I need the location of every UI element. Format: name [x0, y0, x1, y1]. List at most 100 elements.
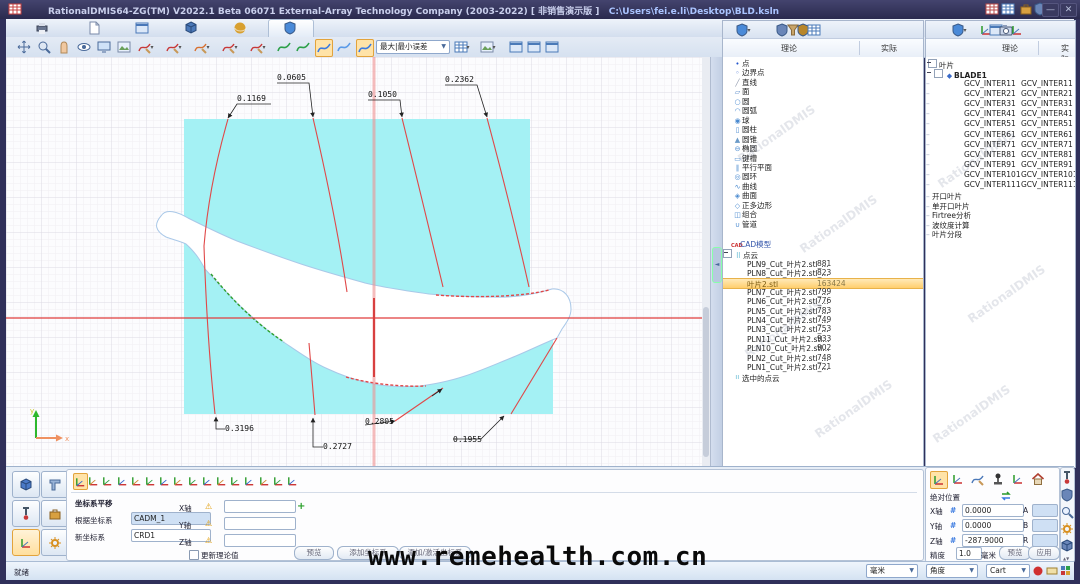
csys-rotate[interactable]	[87, 473, 100, 488]
strip-gear[interactable]	[1060, 522, 1074, 536]
export-window-3[interactable]	[544, 39, 560, 55]
blade-analysis-item[interactable]: –Firtree分析	[926, 210, 1075, 219]
tab-actual[interactable]: 实际	[881, 43, 897, 54]
point-cloud-item[interactable]: PLN2_Cut_叶片2.stl_...748	[723, 353, 923, 362]
expander-icon[interactable]	[934, 69, 943, 78]
feature-item[interactable]: ◫组合	[723, 209, 923, 218]
pos-joystick[interactable]	[990, 471, 1006, 487]
z-offset-input[interactable]	[224, 534, 296, 547]
section-curve-3[interactable]: ▾	[194, 39, 210, 55]
viewport-canvas[interactable]: 0.11690.06050.10500.23620.31960.27270.28…	[6, 57, 710, 466]
point-cloud-item[interactable]: PLN10_Cut_叶片2.stl...902	[723, 343, 923, 352]
blade-axes2[interactable]	[1009, 22, 1025, 38]
blade-eval-active[interactable]	[356, 39, 374, 57]
tab-theory[interactable]: 理论	[1002, 43, 1018, 54]
new-csys-input[interactable]: CRD1	[131, 529, 211, 542]
point-cloud-item[interactable]: PLN4_Cut_叶片2.stl_...749	[723, 315, 923, 324]
x-offset-input[interactable]	[224, 500, 296, 513]
gcv-section-row[interactable]: –GCV_INTER111GCV_INTER111	[926, 180, 1075, 189]
gcv-section-row[interactable]: –GCV_INTER51GCV_INTER51	[926, 119, 1075, 128]
blade-filter-main[interactable]: ▾	[951, 22, 967, 38]
machine-setup-button[interactable]	[41, 529, 69, 556]
feature-item[interactable]: ◇正多边形	[723, 200, 923, 209]
tab-view[interactable]	[134, 20, 150, 36]
rotate-hand[interactable]	[56, 39, 72, 55]
feature-item[interactable]: ▱面	[723, 86, 923, 95]
toolbox-button[interactable]	[41, 500, 69, 527]
expander-icon[interactable]	[928, 59, 937, 68]
tab-document[interactable]	[86, 20, 102, 36]
gcv-section-row[interactable]: –GCV_INTER71GCV_INTER71	[926, 140, 1075, 149]
feature-item[interactable]: ◠圆弧	[723, 105, 923, 114]
blade-analysis-item[interactable]: –叶片分段	[926, 229, 1075, 238]
csys-translate[interactable]	[73, 473, 88, 490]
point-cloud-item[interactable]: PLN6_Cut_叶片2.stl_...776	[723, 296, 923, 305]
point-cloud-item[interactable]: PLN1_Cut_叶片2.stl_...721	[723, 362, 923, 371]
feature-item[interactable]: ◎圆环	[723, 171, 923, 180]
win-small-2[interactable]	[1001, 2, 1015, 16]
position-preview-button[interactable]: 预览	[999, 546, 1031, 560]
feature-grid[interactable]	[806, 22, 822, 38]
csys-axis[interactable]	[144, 473, 157, 488]
feature-item[interactable]: ◉球	[723, 115, 923, 124]
csys-matrix[interactable]	[172, 473, 185, 488]
position-value[interactable]: 0.0000	[962, 504, 1024, 517]
csys-cube[interactable]	[158, 473, 171, 488]
feature-item[interactable]: ▲圆锥	[723, 134, 923, 143]
feature-item[interactable]: ∥平行平面	[723, 162, 923, 171]
strip-cloud[interactable]	[1060, 539, 1074, 553]
csys-point[interactable]	[130, 473, 143, 488]
feature-item[interactable]: ◦边界点	[723, 67, 923, 76]
csys-offset[interactable]	[258, 473, 271, 488]
pan-tool[interactable]	[16, 39, 32, 55]
gcv-section-row[interactable]: –GCV_INTER81GCV_INTER81	[926, 150, 1075, 159]
tab-output[interactable]	[34, 20, 50, 36]
gcv-section-row[interactable]: –GCV_INTER21GCV_INTER21	[926, 89, 1075, 98]
feature-item[interactable]: ○圆	[723, 96, 923, 105]
minimize-button[interactable]: —	[1042, 3, 1059, 17]
feature-item[interactable]: •点	[723, 58, 923, 67]
blade-root-node[interactable]: 叶片	[926, 59, 1075, 68]
csys-bestfit[interactable]	[215, 473, 228, 488]
point-cloud-item[interactable]: PLN3_Cut_叶片2.stl_...753	[723, 324, 923, 333]
status-layout-icon[interactable]	[1058, 563, 1074, 579]
blade-analysis-item[interactable]: –单开口叶片	[926, 201, 1075, 210]
snapshot[interactable]	[116, 39, 132, 55]
update-theory-checkbox[interactable]	[189, 550, 199, 560]
gcv-section-row[interactable]: –GCV_INTER101GCV_INTER101	[926, 170, 1075, 179]
csys-plane[interactable]	[116, 473, 129, 488]
cad-viewport[interactable]: 0.11690.06050.10500.23620.31960.27270.28…	[6, 57, 711, 466]
tab-model[interactable]	[183, 20, 199, 36]
point-cloud-item[interactable]: PLN8_Cut_叶片2.stl_...823	[723, 268, 923, 277]
panel-splitter[interactable]: ◄	[711, 57, 722, 466]
position-apply-button[interactable]: 应用	[1028, 546, 1060, 560]
blade-curve-active[interactable]	[315, 39, 333, 57]
expander-icon[interactable]	[723, 249, 732, 258]
unit-length-select[interactable]: 毫米▼	[866, 564, 918, 578]
section-curve-2[interactable]: ▾	[166, 39, 182, 55]
strip-probe[interactable]	[1060, 471, 1074, 485]
collapse-arrow-icon[interactable]: ◄	[712, 247, 722, 283]
point-cloud-item[interactable]: PLN5_Cut_叶片2.stl_...783	[723, 306, 923, 315]
fit-screen[interactable]	[96, 39, 112, 55]
unit-angle-select[interactable]: 角度▼	[926, 564, 978, 578]
gcv-section-row[interactable]: –GCV_INTER31GCV_INTER31	[926, 99, 1075, 108]
feature-item[interactable]: ▯圆柱	[723, 124, 923, 133]
tab-theory[interactable]: 理论	[781, 43, 797, 54]
tab-blade[interactable]	[282, 20, 298, 36]
csys-fit[interactable]	[187, 473, 200, 488]
section-curve-1[interactable]: ▾	[138, 39, 154, 55]
csys-321[interactable]	[101, 473, 114, 488]
point-cloud-item[interactable]: PLN11_Cut_叶片2.stl...933	[723, 334, 923, 343]
csys-alt[interactable]	[201, 473, 214, 488]
point-cloud-item[interactable]: PLN9_Cut_叶片2.stl_...881	[723, 259, 923, 268]
pos-rotate[interactable]	[950, 471, 966, 487]
cad-model-node[interactable]: CADCAD模型	[723, 239, 923, 248]
csys-misc[interactable]	[286, 473, 299, 488]
probe-button[interactable]	[12, 500, 40, 527]
feature-item[interactable]: ▭键槽	[723, 153, 923, 162]
y-offset-input[interactable]	[224, 517, 296, 530]
selected-cloud-node[interactable]: ⠛选中的点云	[723, 373, 923, 382]
feature-item[interactable]: ∿曲线	[723, 181, 923, 190]
zoom-window[interactable]	[36, 39, 52, 55]
